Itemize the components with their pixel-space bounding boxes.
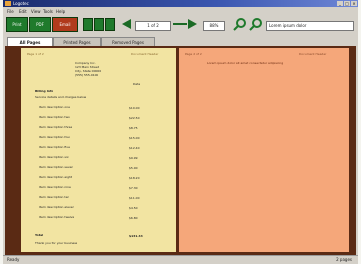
line-item-price: $9.99	[129, 156, 138, 160]
status-text: Ready	[7, 257, 20, 262]
close-button[interactable]: ×	[351, 1, 357, 6]
address-line: (555) 555-0100	[75, 74, 99, 77]
page-header-right: Document Header	[299, 52, 327, 56]
zoom-out-icon[interactable]	[249, 17, 263, 31]
total-value: $131.44	[129, 234, 143, 238]
minimize-button[interactable]: _	[337, 1, 343, 6]
page-count: 2 pages	[336, 257, 352, 262]
line-item-text: Item description twelve	[39, 216, 75, 219]
app-icon	[5, 1, 11, 6]
line-item-price: $6.80	[129, 216, 138, 220]
line-item-text: Item description five	[39, 146, 70, 149]
line-item-price: $12.40	[129, 146, 140, 150]
page-number-field[interactable]: 1 of 2	[135, 21, 171, 31]
email-button[interactable]: Email	[52, 17, 78, 32]
thumbnail-icon[interactable]	[105, 18, 115, 31]
status-bar: Ready 2 pages	[3, 255, 358, 264]
intro-text: Service details and charges below	[35, 96, 87, 99]
print-button[interactable]: Print	[6, 17, 28, 32]
line-item-price: $18.20	[129, 176, 140, 180]
date-label: Date	[133, 83, 141, 86]
line-item-price: $22.50	[129, 116, 140, 120]
line-item-price: $5.00	[129, 166, 138, 170]
line-item-price: $8.75	[129, 126, 138, 130]
line-item-text: Item description one	[39, 106, 70, 109]
total-label: Total	[35, 234, 44, 237]
address-line: 123 Main Street	[75, 66, 99, 69]
pdf-button[interactable]: PDF	[29, 17, 51, 32]
greeting: Billing Info	[35, 90, 54, 93]
tab-bar: All Pages Printed Pages Removed Pages	[3, 36, 358, 47]
page-header-right: Document Header	[131, 52, 159, 56]
address-line: City, State 00000	[75, 70, 102, 73]
next-page-icon[interactable]	[188, 19, 197, 29]
footer-text: Thank you for your business	[35, 242, 78, 245]
line-item-price: $11.00	[129, 196, 140, 200]
printed-page[interactable]: Page 1 of 2 Document Header Company Inc.…	[21, 48, 176, 252]
title-bar: Logotec _ □ ×	[3, 0, 358, 7]
line-item-price: $15.00	[129, 136, 140, 140]
app-window: Logotec _ □ × File Edit View Tools Help …	[3, 0, 358, 264]
line-item-text: Item description ten	[39, 196, 70, 199]
search-input[interactable]: Lorem ipsum dolor	[266, 21, 354, 31]
toolbar: Print PDF Email 1 of 2 88% Lorem ipsum d…	[3, 14, 358, 36]
address-line: Company Inc.	[75, 62, 96, 65]
two-page-icon[interactable]	[94, 18, 104, 31]
page-header-left: Page 2 of 2	[185, 52, 202, 56]
line-item-text: Item description three	[39, 126, 73, 129]
line-item-text: Item description seven	[39, 166, 74, 169]
line-item-text: Item description four	[39, 136, 71, 139]
line-item-text: Item description two	[39, 116, 70, 119]
page-text-line: Lorem ipsum dolor sit amet consectetur a…	[207, 62, 284, 65]
page-viewer: Page 1 of 2 Document Header Company Inc.…	[5, 46, 356, 256]
zoom-in-icon[interactable]	[233, 17, 247, 31]
line-item-text: Item description eleven	[39, 206, 75, 209]
line-item-text: Item description eight	[39, 176, 73, 179]
line-item-price: $10.00	[129, 106, 140, 110]
single-page-icon[interactable]	[83, 18, 93, 31]
page-slider[interactable]	[173, 23, 187, 25]
line-item-text: Item description nine	[39, 186, 71, 189]
page-header-left: Page 1 of 2	[27, 52, 44, 56]
maximize-button[interactable]: □	[344, 1, 350, 6]
window-title: Logotec	[13, 1, 29, 6]
line-item-price: $4.50	[129, 206, 138, 210]
zoom-field[interactable]: 88%	[203, 21, 225, 31]
line-item-text: Item description six	[39, 156, 69, 159]
line-item-price: $7.30	[129, 186, 138, 190]
removed-page[interactable]: Page 2 of 2 Document Header Lorem ipsum …	[179, 48, 349, 252]
previous-page-icon[interactable]	[122, 19, 131, 29]
